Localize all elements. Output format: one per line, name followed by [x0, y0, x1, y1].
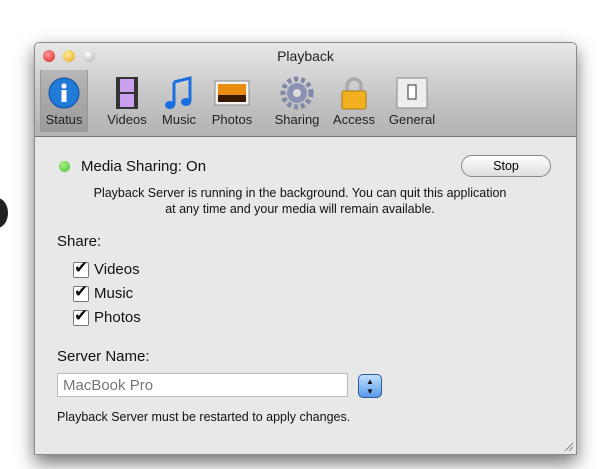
photos-checkbox-label[interactable]: Photos [94, 309, 141, 326]
server-name-stepper[interactable]: ▲ ▼ [358, 374, 382, 398]
stop-button[interactable]: Stop [461, 155, 551, 177]
music-note-icon [165, 76, 192, 109]
music-checkbox-label[interactable]: Music [94, 285, 133, 302]
tab-label: Status [45, 112, 83, 127]
status-description: Playback Server is running in the backgr… [35, 185, 565, 217]
restart-note: Playback Server must be restarted to app… [57, 410, 351, 424]
photo-icon [214, 80, 250, 106]
window-title: Playback [277, 48, 334, 64]
gear-icon [280, 76, 314, 110]
tab-sharing[interactable]: Sharing [270, 70, 324, 132]
tab-label: Videos [107, 112, 147, 127]
tab-music[interactable]: Music [157, 70, 201, 132]
videos-checkbox[interactable] [73, 258, 89, 278]
background-shape [0, 198, 8, 228]
tab-videos[interactable]: Videos [103, 70, 151, 132]
tab-label: Music [162, 112, 196, 127]
server-name-input[interactable]: MacBook Pro [57, 373, 348, 397]
description-line: Playback Server is running in the backgr… [93, 186, 507, 200]
tab-photos[interactable]: Photos [207, 70, 257, 132]
description-line: at any time and your media will remain a… [165, 202, 435, 216]
film-icon [116, 77, 138, 109]
tab-general[interactable]: General [385, 70, 439, 132]
tab-label: Sharing [274, 112, 320, 127]
tab-status[interactable]: Status [40, 70, 88, 132]
tab-label: General [388, 112, 436, 127]
tab-label: Access [333, 112, 375, 127]
tab-access[interactable]: Access [330, 70, 378, 132]
share-label: Share: [57, 233, 102, 250]
videos-checkbox-label[interactable]: Videos [94, 261, 140, 278]
preferences-window: Playback Status Videos Music Photos Shar… [34, 42, 577, 455]
status-indicator-icon [59, 161, 70, 172]
info-icon [48, 77, 80, 109]
switch-icon [396, 77, 428, 109]
resize-grip-icon[interactable] [562, 440, 574, 452]
music-checkbox[interactable] [73, 282, 89, 302]
toolbar: Playback Status Videos Music Photos Shar… [35, 43, 576, 137]
tab-label: Photos [211, 112, 253, 127]
server-name-label: Server Name: [57, 348, 150, 365]
photos-checkbox[interactable] [73, 306, 89, 326]
lock-icon [341, 77, 367, 110]
sharing-status: Media Sharing: On [81, 158, 207, 175]
